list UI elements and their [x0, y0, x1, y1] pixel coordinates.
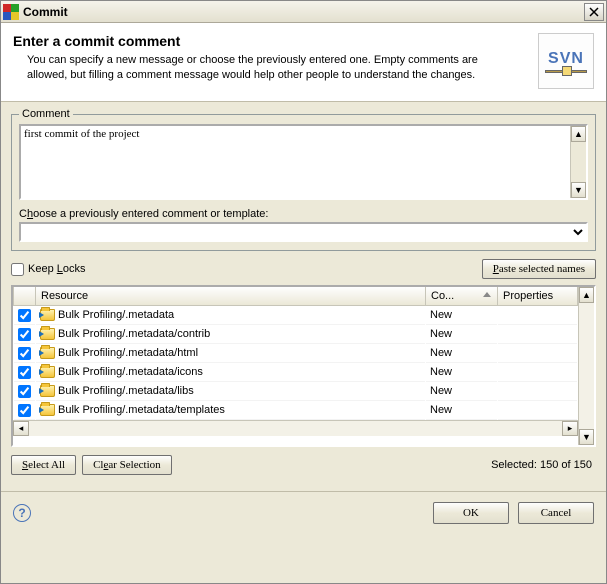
content-cell: New [426, 382, 498, 401]
resource-grid: Resource Co... Properties Bulk Profiling… [11, 285, 596, 447]
cancel-button[interactable]: Cancel [518, 502, 594, 524]
properties-cell [498, 325, 578, 344]
scroll-right-icon[interactable]: ▸ [562, 421, 578, 436]
column-checkbox[interactable] [14, 287, 36, 306]
header: Enter a commit comment You can specify a… [1, 23, 606, 102]
folder-icon [40, 309, 55, 321]
scroll-down-icon[interactable]: ▼ [571, 182, 586, 198]
horizontal-scrollbar[interactable]: ◂ ▸ [13, 420, 578, 436]
close-button[interactable] [584, 3, 604, 21]
ok-button[interactable]: OK [433, 502, 509, 524]
table-row[interactable]: Bulk Profiling/.metadata/htmlNew [14, 344, 578, 363]
row-checkbox[interactable] [18, 385, 31, 398]
resource-cell: Bulk Profiling/.metadata/html [36, 344, 426, 363]
scroll-up-icon[interactable]: ▲ [579, 287, 594, 303]
select-all-button[interactable]: Select All [11, 455, 76, 475]
page-title: Enter a commit comment [13, 33, 528, 49]
scroll-left-icon[interactable]: ◂ [13, 421, 29, 436]
help-button[interactable]: ? [13, 504, 31, 522]
sort-asc-icon [483, 292, 491, 297]
content-cell: New [426, 401, 498, 420]
resource-cell: Bulk Profiling/.metadata/contrib [36, 325, 426, 344]
column-properties[interactable]: Properties [498, 287, 578, 306]
table-row[interactable]: Bulk Profiling/.metadataNew [14, 306, 578, 325]
properties-cell [498, 344, 578, 363]
row-checkbox[interactable] [18, 347, 31, 360]
table-row[interactable]: Bulk Profiling/.metadata/libsNew [14, 382, 578, 401]
clear-selection-button[interactable]: Clear Selection [82, 455, 172, 475]
scroll-up-icon[interactable]: ▲ [571, 126, 586, 142]
resource-cell: Bulk Profiling/.metadata/templates [36, 401, 426, 420]
comment-fieldset: Comment ▲ ▼ Choose a previously entered … [11, 108, 596, 251]
content-cell: New [426, 306, 498, 325]
scroll-down-icon[interactable]: ▼ [579, 429, 594, 445]
keep-locks-input[interactable] [11, 263, 24, 276]
previous-comment-select[interactable] [19, 222, 588, 242]
comment-legend: Comment [19, 108, 73, 120]
row-checkbox[interactable] [18, 404, 31, 417]
folder-icon [40, 385, 55, 397]
column-resource[interactable]: Resource [36, 287, 426, 306]
app-icon [3, 4, 19, 20]
titlebar: Commit [1, 1, 606, 23]
folder-icon [40, 404, 55, 416]
table-row[interactable]: Bulk Profiling/.metadata/contribNew [14, 325, 578, 344]
resource-cell: Bulk Profiling/.metadata/icons [36, 363, 426, 382]
folder-icon [40, 366, 55, 378]
keep-locks-label: Keep Locks [28, 263, 86, 275]
row-checkbox[interactable] [18, 366, 31, 379]
vertical-scrollbar[interactable]: ▲ ▼ [578, 287, 594, 445]
folder-icon [40, 347, 55, 359]
row-checkbox[interactable] [18, 328, 31, 341]
close-icon [589, 7, 599, 17]
folder-icon [40, 328, 55, 340]
paste-selected-names-button[interactable]: Paste selected names [482, 259, 596, 279]
properties-cell [498, 306, 578, 325]
window-title: Commit [23, 5, 584, 19]
properties-cell [498, 363, 578, 382]
keep-locks-checkbox[interactable]: Keep Locks [11, 263, 482, 276]
resource-cell: Bulk Profiling/.metadata [36, 306, 426, 325]
content-cell: New [426, 344, 498, 363]
table-row[interactable]: Bulk Profiling/.metadata/templatesNew [14, 401, 578, 420]
content-cell: New [426, 325, 498, 344]
properties-cell [498, 401, 578, 420]
column-content[interactable]: Co... [426, 287, 498, 306]
row-checkbox[interactable] [18, 309, 31, 322]
page-description: You can specify a new message or choose … [13, 53, 528, 83]
resource-cell: Bulk Profiling/.metadata/libs [36, 382, 426, 401]
content-cell: New [426, 363, 498, 382]
svn-logo: SVN [538, 33, 594, 89]
selection-status: Selected: 150 of 150 [178, 459, 596, 471]
table-row[interactable]: Bulk Profiling/.metadata/iconsNew [14, 363, 578, 382]
previous-comment-label: Choose a previously entered comment or t… [19, 208, 588, 220]
properties-cell [498, 382, 578, 401]
comment-scrollbar[interactable]: ▲ ▼ [570, 126, 586, 198]
comment-textarea[interactable] [21, 126, 570, 198]
